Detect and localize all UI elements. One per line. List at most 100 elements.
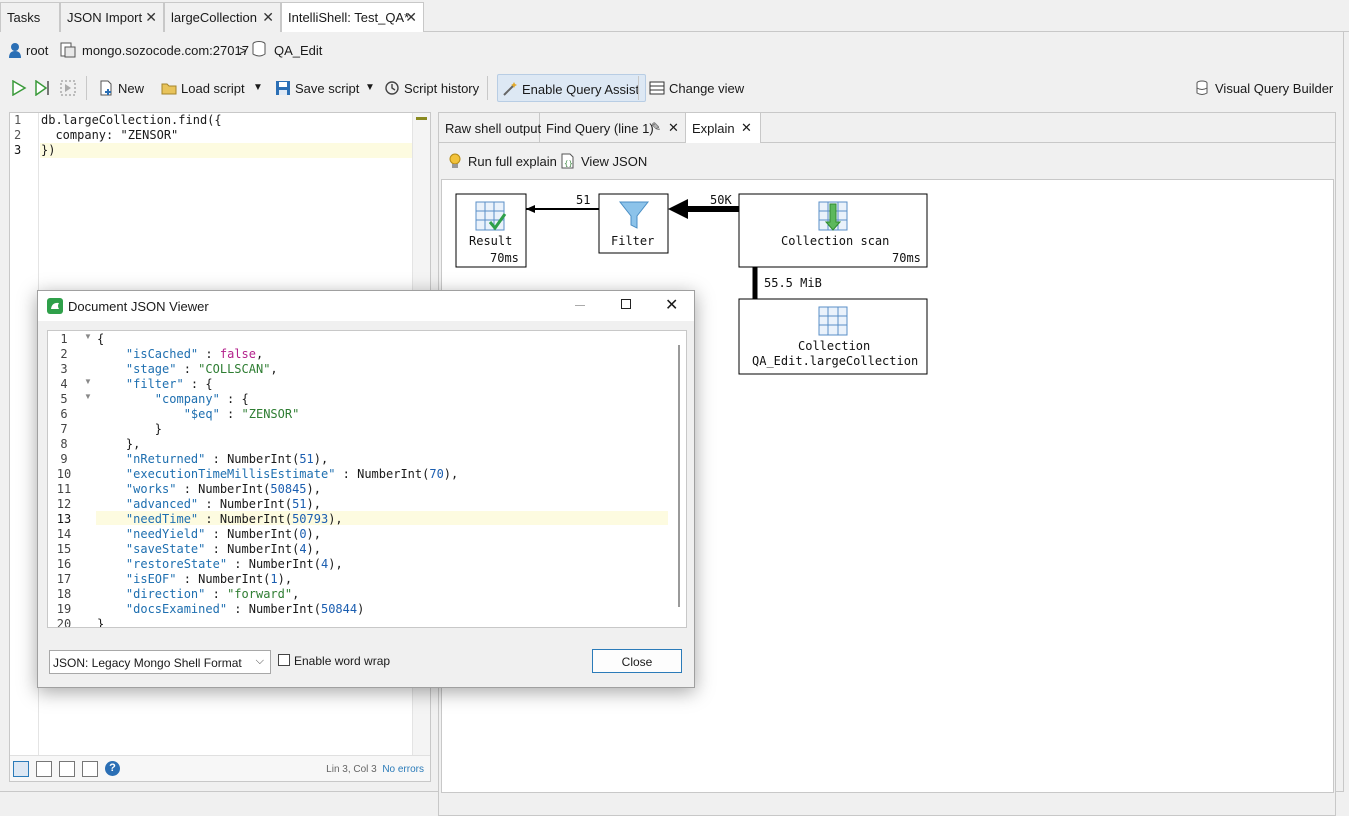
dialog-title-bar[interactable]: Document JSON Viewer ✕ bbox=[38, 291, 694, 321]
json-line[interactable]: "works" : NumberInt(50845), bbox=[97, 482, 321, 496]
tab-label: IntelliShell: Test_QA* bbox=[288, 10, 410, 25]
run-icon[interactable] bbox=[11, 80, 27, 96]
save-script-label: Save script bbox=[295, 81, 360, 96]
indent-icon[interactable] bbox=[59, 761, 75, 777]
edge-label-50k: 50K bbox=[710, 193, 732, 207]
current-line-highlight bbox=[40, 143, 412, 158]
json-line[interactable]: "needTime" : NumberInt(50793), bbox=[97, 512, 343, 526]
fold-icon[interactable]: ▼ bbox=[84, 377, 92, 386]
minimize-icon[interactable] bbox=[575, 305, 585, 306]
run-selection-icon[interactable] bbox=[60, 80, 76, 96]
code-line[interactable]: company: "ZENSOR" bbox=[41, 128, 178, 142]
format-icon[interactable] bbox=[13, 761, 29, 777]
line-number: 15 bbox=[56, 542, 72, 556]
word-wrap-checkbox[interactable] bbox=[278, 654, 290, 666]
json-line[interactable]: "advanced" : NumberInt(51), bbox=[97, 497, 321, 511]
json-line[interactable]: "nReturned" : NumberInt(51), bbox=[97, 452, 328, 466]
chevron-down-icon: ⌵ bbox=[255, 655, 264, 667]
run-full-explain-button[interactable]: Run full explain bbox=[468, 154, 557, 169]
line-number: 7 bbox=[60, 422, 68, 436]
json-line[interactable]: "$eq" : "ZENSOR" bbox=[97, 407, 300, 421]
node-collection-scan[interactable]: Collection scan 70ms bbox=[738, 193, 928, 268]
line-number: 13 bbox=[56, 512, 72, 526]
maximize-icon[interactable] bbox=[621, 299, 631, 309]
line-number-gutter: 1 2 3 bbox=[10, 113, 39, 755]
view-json-icon[interactable]: {} bbox=[560, 153, 576, 169]
tab-json-import[interactable]: JSON Import ✕ bbox=[60, 2, 164, 32]
node-result[interactable]: Result 70ms bbox=[455, 193, 527, 268]
tab-label: Explain bbox=[692, 121, 735, 136]
run-current-icon[interactable] bbox=[34, 80, 52, 96]
line-number: 3 bbox=[60, 362, 68, 376]
node-collection[interactable]: Collection QA_Edit.largeCollection bbox=[738, 298, 928, 375]
layout-icon bbox=[649, 81, 665, 95]
fold-icon[interactable]: ▼ bbox=[84, 392, 92, 401]
table-icon bbox=[475, 201, 505, 231]
lightbulb-icon[interactable] bbox=[448, 153, 462, 169]
tab-find-query[interactable]: Find Query (line 1) ✎ ✕ bbox=[540, 113, 686, 143]
json-scrollbar[interactable] bbox=[678, 345, 680, 607]
tab-tasks[interactable]: Tasks bbox=[0, 2, 60, 32]
json-line[interactable]: "filter" : { bbox=[97, 377, 213, 391]
tab-explain[interactable]: Explain ✕ bbox=[686, 113, 761, 144]
line-number: 8 bbox=[60, 437, 68, 451]
cursor-status: Lin 3, Col 3 No errors bbox=[326, 764, 424, 775]
code-line[interactable]: }) bbox=[41, 143, 55, 157]
document-tab-bar: Tasks JSON Import ✕ largeCollection ✕ In… bbox=[0, 0, 1349, 33]
close-icon[interactable]: ✕ bbox=[262, 9, 274, 26]
json-line[interactable]: "isCached" : false, bbox=[97, 347, 263, 361]
new-button[interactable]: New bbox=[98, 74, 144, 102]
json-line[interactable]: "direction" : "forward", bbox=[97, 587, 299, 601]
node-collection-label: Collection bbox=[798, 339, 870, 353]
line-number: 3 bbox=[14, 143, 22, 157]
toolbar-separator bbox=[86, 76, 87, 100]
json-line[interactable]: "isEOF" : NumberInt(1), bbox=[97, 572, 292, 586]
enable-query-assist-button[interactable]: Enable Query Assist bbox=[497, 74, 647, 102]
json-line[interactable]: "docsExamined" : NumberInt(50844) bbox=[97, 602, 364, 616]
close-icon[interactable]: ✕ bbox=[741, 120, 752, 136]
node-scan-label: Collection scan bbox=[781, 234, 889, 248]
shell-toolbar: New Load script ▼ Save script ▼ Script h… bbox=[0, 70, 1344, 106]
tab-label: Find Query (line 1) bbox=[546, 121, 654, 136]
tab-raw-shell-output[interactable]: Raw shell output bbox=[439, 113, 541, 143]
load-script-dropdown-icon[interactable]: ▼ bbox=[253, 82, 263, 93]
view-json-button[interactable]: View JSON bbox=[581, 154, 647, 169]
change-view-button[interactable]: Change view bbox=[649, 74, 744, 102]
json-line[interactable]: "saveState" : NumberInt(4), bbox=[97, 542, 321, 556]
line-number: 12 bbox=[56, 497, 72, 511]
pin-icon[interactable]: ✎ bbox=[651, 120, 661, 134]
json-line[interactable]: "executionTimeMillisEstimate" : NumberIn… bbox=[97, 467, 458, 481]
code-line[interactable]: db.largeCollection.find({ bbox=[41, 113, 222, 127]
document-icon[interactable] bbox=[36, 761, 52, 777]
save-icon bbox=[276, 81, 290, 95]
close-icon[interactable]: ✕ bbox=[668, 120, 679, 136]
close-icon[interactable]: ✕ bbox=[665, 295, 678, 315]
tab-large-collection[interactable]: largeCollection ✕ bbox=[164, 2, 281, 32]
visual-query-builder-button[interactable]: Visual Query Builder bbox=[1195, 74, 1333, 102]
help-icon[interactable]: ? bbox=[105, 761, 120, 776]
dialog-title: Document JSON Viewer bbox=[68, 299, 209, 314]
json-line[interactable]: { bbox=[97, 332, 104, 346]
json-line[interactable]: } bbox=[97, 422, 162, 436]
tab-intellishell[interactable]: IntelliShell: Test_QA* ✕ bbox=[281, 2, 424, 33]
json-line[interactable]: "restoreState" : NumberInt(4), bbox=[97, 557, 343, 571]
format-select[interactable]: JSON: Legacy Mongo Shell Format ⌵ bbox=[49, 650, 271, 674]
json-line[interactable]: "stage" : "COLLSCAN", bbox=[97, 362, 278, 376]
json-viewer[interactable]: ▼ ▼ ▼ 1 {2 "isCached" : false, 3 "stage" :… bbox=[47, 330, 687, 628]
save-script-button[interactable]: Save script bbox=[275, 74, 359, 102]
outdent-icon[interactable] bbox=[82, 761, 98, 777]
fold-icon[interactable]: ▼ bbox=[84, 332, 92, 341]
user-name: root bbox=[26, 43, 49, 58]
line-number: 17 bbox=[56, 572, 72, 586]
json-line[interactable]: } bbox=[97, 617, 104, 627]
json-line[interactable]: }, bbox=[97, 437, 140, 451]
close-icon[interactable]: ✕ bbox=[145, 9, 157, 26]
script-history-button[interactable]: Script history bbox=[384, 74, 479, 102]
close-button[interactable]: Close bbox=[592, 649, 682, 673]
json-line[interactable]: "company" : { bbox=[97, 392, 249, 406]
close-icon[interactable]: ✕ bbox=[405, 9, 417, 26]
load-script-button[interactable]: Load script bbox=[161, 74, 245, 102]
node-filter[interactable]: Filter bbox=[598, 193, 669, 254]
json-line[interactable]: "needYield" : NumberInt(0), bbox=[97, 527, 321, 541]
save-script-dropdown-icon[interactable]: ▼ bbox=[365, 82, 375, 93]
